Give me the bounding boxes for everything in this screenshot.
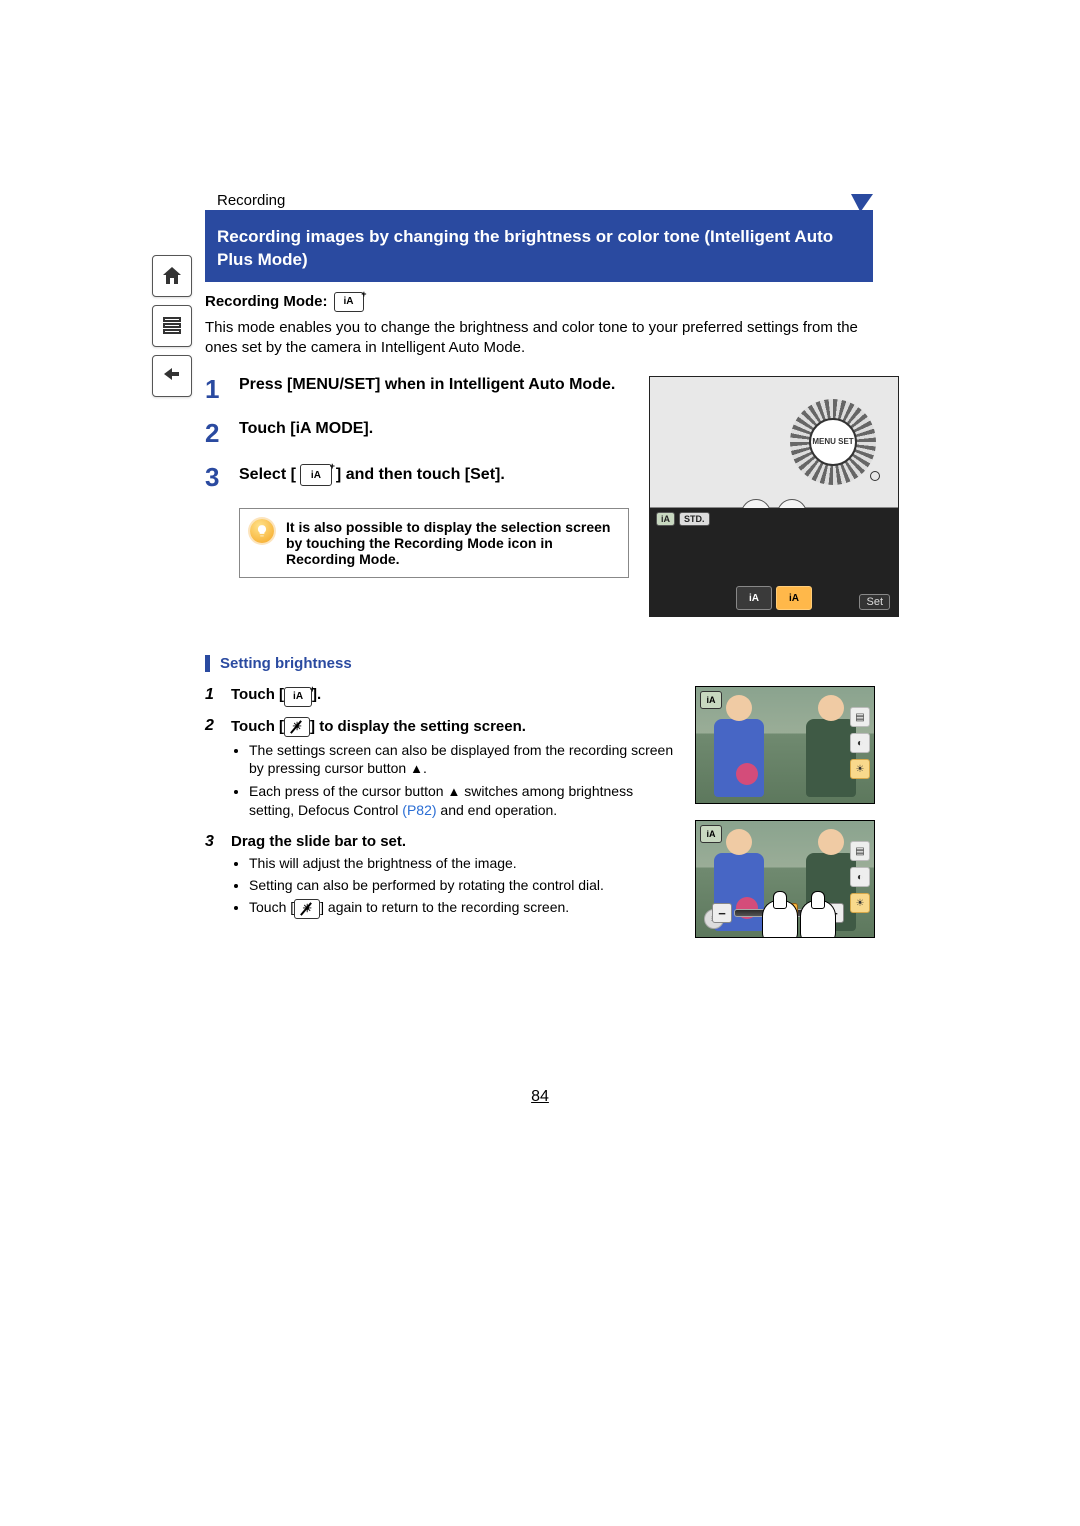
up-arrow-icon: ▲ [447, 784, 460, 799]
side-icon: ▤ [850, 707, 870, 727]
step-number: 1 [205, 376, 229, 402]
ia-plus-icon-inline: + [300, 464, 332, 486]
thumb-mode-badge: iA [700, 825, 722, 843]
side-icon: ▤ [850, 841, 870, 861]
ia-plus-icon-inline: + [284, 687, 312, 707]
lightbulb-icon [250, 519, 274, 543]
recording-mode-label: Recording Mode: [205, 293, 328, 310]
step-number: 3 [205, 464, 229, 490]
substep-number: 2 [205, 717, 221, 823]
step-text: Press [MENU/SET] when in Intelligent Aut… [239, 376, 615, 394]
exposure-side-icon: ☀ [850, 893, 870, 913]
mode-button-ia: iA [736, 586, 772, 610]
bullet-item: Each press of the cursor button ▲ switch… [249, 782, 677, 819]
bullet-item: The settings screen can also be displaye… [249, 741, 677, 778]
home-icon[interactable] [152, 255, 192, 297]
section-label: Recording [205, 192, 285, 209]
preview-thumbnail: iA ▤ ◐ ☀ [695, 686, 875, 804]
mode-button-ia-plus: iA [776, 586, 812, 610]
substep-number: 1 [205, 686, 221, 707]
substep-number: 3 [205, 833, 221, 923]
step-number: 2 [205, 420, 229, 446]
ia-plus-icon: + [334, 292, 364, 312]
set-button-label: Set [859, 594, 890, 610]
side-icon: ◐ [850, 733, 870, 753]
touch-finger-icon [800, 900, 836, 938]
step-text: Select [ + ] and then touch [Set]. [239, 464, 505, 486]
intro-paragraph: This mode enables you to change the brig… [205, 318, 873, 359]
step-text: Touch [iA MODE]. [239, 420, 373, 438]
screen-mode-tag: iA [656, 512, 675, 526]
page-title: Recording images by changing the brightn… [205, 216, 873, 282]
tip-note: It is also possible to display the selec… [239, 508, 629, 578]
page-reference-link[interactable]: (P82) [402, 802, 436, 818]
substep-title: Touch [+]. [231, 686, 321, 707]
side-icon: ◐ [850, 867, 870, 887]
camera-illustration: MENU SET iA STD. iA iA Set [649, 376, 899, 617]
preview-thumbnail-slider: iA ▤ ◐ ☀ ≡ − + [695, 820, 875, 938]
up-arrow-icon: ▲ [410, 761, 423, 776]
bullet-item: This will adjust the brightness of the i… [249, 854, 604, 872]
bullet-item: Setting can also be performed by rotatin… [249, 876, 604, 894]
screen-style-tag: STD. [679, 512, 710, 526]
substep-content: Touch [] to display the setting screen. … [231, 717, 677, 823]
exposure-side-icon: ☀ [850, 759, 870, 779]
exposure-icon [294, 899, 320, 919]
back-icon[interactable] [152, 355, 192, 397]
thumb-mode-badge: iA [700, 691, 722, 709]
slider-minus-button: − [712, 903, 732, 923]
bullet-item: Touch [] again to return to the recordin… [249, 898, 604, 918]
menu-set-button: MENU SET [809, 418, 857, 466]
touch-finger-icon [762, 900, 798, 938]
exposure-icon [284, 717, 310, 737]
control-dial-icon: MENU SET [790, 399, 876, 485]
contents-icon[interactable] [152, 305, 192, 347]
page-number: 84 [531, 1088, 549, 1106]
subsection-heading: Setting brightness [205, 655, 873, 672]
substep-content: Drag the slide bar to set. This will adj… [231, 833, 604, 923]
